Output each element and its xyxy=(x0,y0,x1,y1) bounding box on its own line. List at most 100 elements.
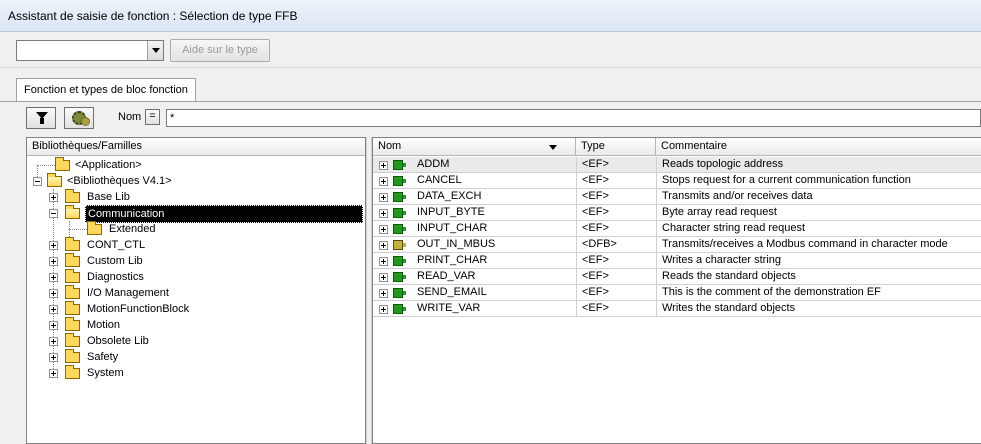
tree-item-system[interactable]: System xyxy=(27,365,365,381)
tree-item-label: Base Lib xyxy=(87,191,130,203)
table-row[interactable]: ADDM <EF> Reads topologic address xyxy=(373,157,981,173)
filter-button[interactable] xyxy=(26,107,56,129)
tree-item-cont-ctl[interactable]: CONT_CTL xyxy=(27,237,365,253)
column-header-comment[interactable]: Commentaire xyxy=(656,138,981,156)
ef-block-icon xyxy=(393,160,406,170)
column-separator xyxy=(576,253,577,269)
row-type: <EF> xyxy=(582,254,609,266)
tree-item-io-management[interactable]: I/O Management xyxy=(27,285,365,301)
expand-icon[interactable] xyxy=(379,225,388,234)
folder-open-icon xyxy=(65,205,80,219)
table-row[interactable]: SEND_EMAIL <EF> This is the comment of the… xyxy=(373,285,981,301)
collapse-icon[interactable] xyxy=(33,177,42,186)
row-name: OUT_IN_MBUS xyxy=(417,238,496,250)
row-type: <EF> xyxy=(582,158,609,170)
tree-item-communication[interactable]: Communication xyxy=(27,205,365,223)
table-row[interactable]: WRITE_VAR <EF> Writes the standard objects xyxy=(373,301,981,317)
column-separator xyxy=(576,221,577,237)
tree-item-libraries[interactable]: <Bibliothèques V4.1> xyxy=(27,173,365,189)
tree-item-label: Extended xyxy=(109,223,156,235)
chevron-down-icon[interactable] xyxy=(147,41,163,60)
expand-icon[interactable] xyxy=(49,257,58,266)
tree-header[interactable]: Bibliothèques/Familles xyxy=(27,138,365,156)
name-label: Nom xyxy=(118,111,142,123)
tree-item-label: I/O Management xyxy=(87,287,169,299)
row-comment: Reads topologic address xyxy=(662,158,784,170)
table-row[interactable]: INPUT_CHAR <EF> Character string read requ… xyxy=(373,221,981,237)
column-header-name[interactable]: Nom xyxy=(373,138,576,156)
ef-block-icon xyxy=(393,224,406,234)
expand-icon[interactable] xyxy=(49,321,58,330)
folder-icon xyxy=(65,349,80,363)
tree-item-label: Motion xyxy=(87,319,121,331)
ef-block-icon xyxy=(393,192,406,202)
folder-icon xyxy=(65,237,80,251)
row-comment: This is the comment of the demonstration… xyxy=(662,286,881,298)
filter-bar: Nom = * xyxy=(0,102,981,132)
tree-item-label: CONT_CTL xyxy=(87,239,146,251)
function-list-pane: Nom Type Commentaire ADDM <EF> Reads topol… xyxy=(372,137,981,444)
expand-icon[interactable] xyxy=(49,289,58,298)
column-header-type[interactable]: Type xyxy=(576,138,656,156)
row-comment: Character string read request xyxy=(662,222,806,234)
table-row[interactable]: READ_VAR <EF> Reads the standard objects xyxy=(373,269,981,285)
expand-icon[interactable] xyxy=(49,353,58,362)
tree-item-base-lib[interactable]: Base Lib xyxy=(27,189,365,205)
expand-icon[interactable] xyxy=(379,257,388,266)
expand-icon[interactable] xyxy=(379,273,388,282)
expand-icon[interactable] xyxy=(49,369,58,378)
expand-icon[interactable] xyxy=(49,337,58,346)
row-comment: Byte array read request xyxy=(662,206,777,218)
tree-item-application[interactable]: <Application> xyxy=(27,157,365,173)
ef-block-icon xyxy=(393,272,406,282)
window-title: Assistant de saisie de fonction : Sélect… xyxy=(8,9,298,23)
column-separator xyxy=(576,269,577,285)
small-gear-icon xyxy=(81,117,90,126)
equals-button[interactable]: = xyxy=(145,109,160,125)
library-combo[interactable] xyxy=(16,40,164,61)
collapse-icon[interactable] xyxy=(49,209,58,218)
tree-item-obsolete-lib[interactable]: Obsolete Lib xyxy=(27,333,365,349)
folder-open-icon xyxy=(47,173,62,187)
libraries-tree-pane: Bibliothèques/Familles <Application> <Bi… xyxy=(26,137,366,444)
tree-item-label: Obsolete Lib xyxy=(87,335,149,347)
table-row[interactable]: PRINT_CHAR <EF> Writes a character string xyxy=(373,253,981,269)
expand-icon[interactable] xyxy=(379,161,388,170)
gears-button[interactable] xyxy=(64,107,94,129)
tree-item-motion[interactable]: Motion xyxy=(27,317,365,333)
name-filter-input[interactable]: * xyxy=(166,109,981,127)
table-row[interactable]: DATA_EXCH <EF> Transmits and/or receives d… xyxy=(373,189,981,205)
folder-icon xyxy=(65,317,80,331)
expand-icon[interactable] xyxy=(379,289,388,298)
expand-icon[interactable] xyxy=(49,193,58,202)
tree-item-extended[interactable]: Extended xyxy=(27,221,365,237)
expand-icon[interactable] xyxy=(379,305,388,314)
expand-icon[interactable] xyxy=(49,273,58,282)
column-separator xyxy=(656,157,657,173)
expand-icon[interactable] xyxy=(379,241,388,250)
tab-strip: Fonction et types de bloc fonction xyxy=(0,68,981,102)
tree-item-diagnostics[interactable]: Diagnostics xyxy=(27,269,365,285)
tree-item-label: <Application> xyxy=(75,159,142,171)
funnel-stem xyxy=(40,118,44,124)
tree-item-custom-lib[interactable]: Custom Lib xyxy=(27,253,365,269)
help-on-type-button[interactable]: Aide sur le type xyxy=(170,39,270,62)
column-separator xyxy=(576,157,577,173)
folder-icon xyxy=(65,189,80,203)
expand-icon[interactable] xyxy=(49,241,58,250)
table-row[interactable]: CANCEL <EF> Stops request for a current co… xyxy=(373,173,981,189)
table-row[interactable]: OUT_IN_MBUS <DFB> Transmits/receives a Mod… xyxy=(373,237,981,253)
expand-icon[interactable] xyxy=(379,209,388,218)
folder-icon xyxy=(65,285,80,299)
expand-icon[interactable] xyxy=(49,305,58,314)
tree-item-label: Custom Lib xyxy=(87,255,143,267)
tree-item-motion-function-block[interactable]: MotionFunctionBlock xyxy=(27,301,365,317)
row-type: <EF> xyxy=(582,190,609,202)
expand-icon[interactable] xyxy=(379,177,388,186)
tree-item-safety[interactable]: Safety xyxy=(27,349,365,365)
tab-function-block-types[interactable]: Fonction et types de bloc fonction xyxy=(16,78,196,102)
expand-icon[interactable] xyxy=(379,193,388,202)
folder-icon xyxy=(65,333,80,347)
table-row[interactable]: INPUT_BYTE <EF> Byte array read request xyxy=(373,205,981,221)
column-separator xyxy=(656,205,657,221)
